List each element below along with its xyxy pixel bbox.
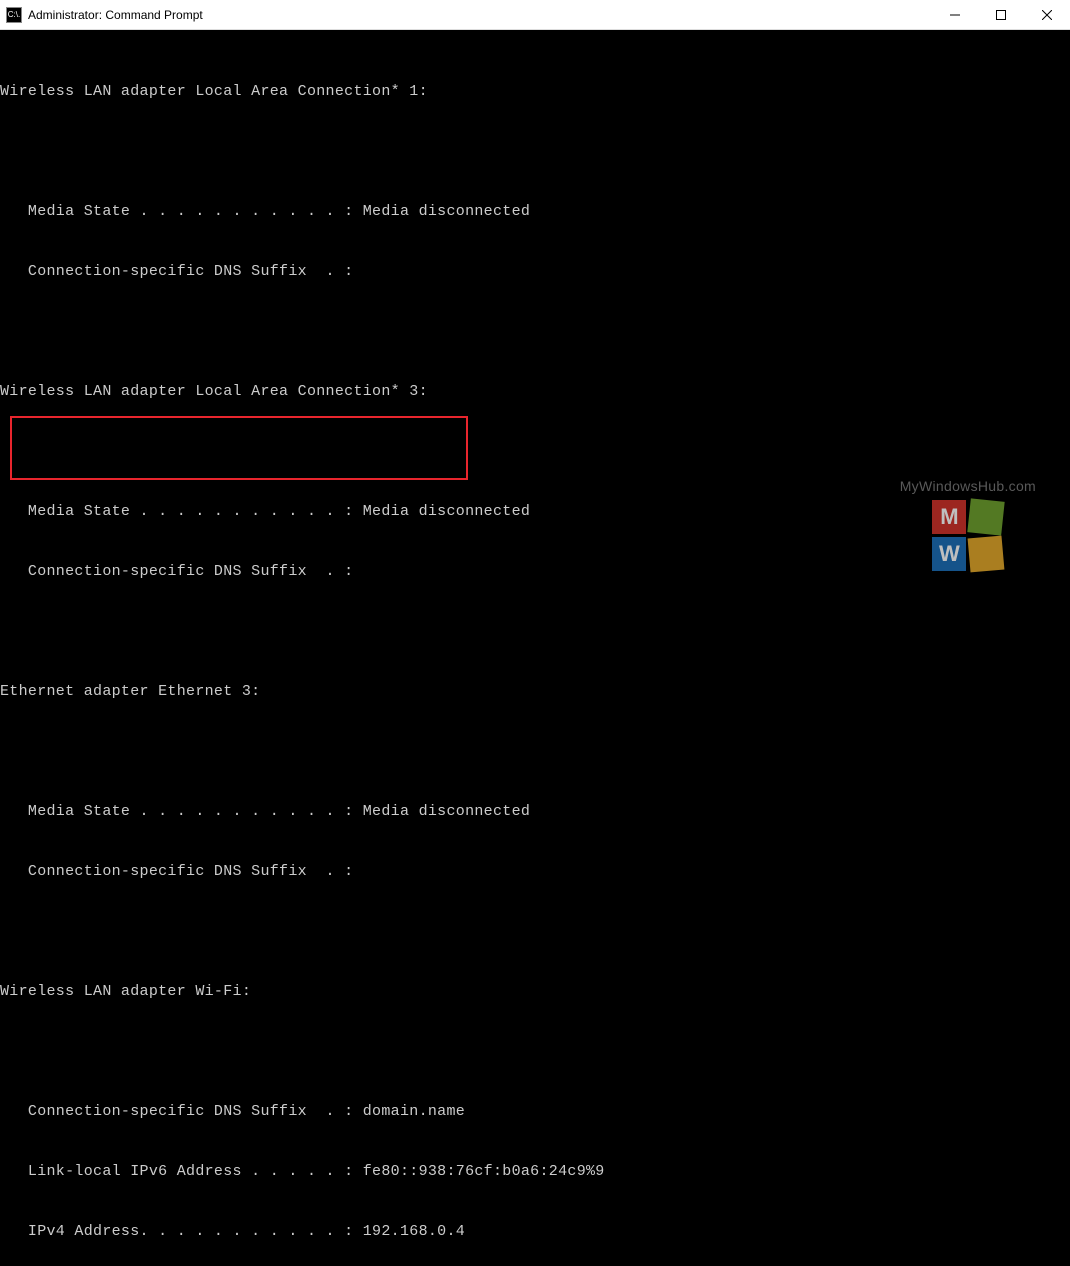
titlebar-left: C:\. Administrator: Command Prompt	[6, 7, 203, 23]
close-button[interactable]	[1024, 0, 1070, 29]
output-line: Link-local IPv6 Address . . . . . : fe80…	[0, 1162, 1070, 1182]
output-line	[0, 622, 1070, 642]
terminal-output[interactable]: Wireless LAN adapter Local Area Connecti…	[0, 30, 1070, 1266]
output-line	[0, 742, 1070, 762]
output-line	[0, 922, 1070, 942]
output-line: Media State . . . . . . . . . . . : Medi…	[0, 202, 1070, 222]
close-icon	[1042, 10, 1052, 20]
titlebar: C:\. Administrator: Command Prompt	[0, 0, 1070, 30]
window-controls	[932, 0, 1070, 29]
watermark: MyWindowsHub.com M W	[900, 478, 1036, 571]
output-line: Connection-specific DNS Suffix . : domai…	[0, 1102, 1070, 1122]
output-line: Connection-specific DNS Suffix . :	[0, 262, 1070, 282]
output-line	[0, 142, 1070, 162]
output-line: Connection-specific DNS Suffix . :	[0, 862, 1070, 882]
watermark-tile-yellow	[968, 536, 1005, 573]
cmd-icon: C:\.	[6, 7, 22, 23]
output-line: Ethernet adapter Ethernet 3:	[0, 682, 1070, 702]
output-line	[0, 322, 1070, 342]
watermark-logo: M W	[932, 500, 1003, 571]
output-line	[0, 1042, 1070, 1062]
minimize-icon	[950, 10, 960, 20]
output-line: Media State . . . . . . . . . . . : Medi…	[0, 802, 1070, 822]
output-line: Wireless LAN adapter Local Area Connecti…	[0, 382, 1070, 402]
watermark-text: MyWindowsHub.com	[900, 478, 1036, 494]
watermark-tile-green	[968, 498, 1005, 535]
watermark-tile-blue: W	[932, 537, 966, 571]
output-line: IPv4 Address. . . . . . . . . . . : 192.…	[0, 1222, 1070, 1242]
minimize-button[interactable]	[932, 0, 978, 29]
output-line	[0, 442, 1070, 462]
watermark-tile-red: M	[932, 500, 966, 534]
maximize-icon	[996, 10, 1006, 20]
maximize-button[interactable]	[978, 0, 1024, 29]
output-line: Wireless LAN adapter Local Area Connecti…	[0, 82, 1070, 102]
window-title: Administrator: Command Prompt	[28, 8, 203, 22]
output-line: Wireless LAN adapter Wi-Fi:	[0, 982, 1070, 1002]
